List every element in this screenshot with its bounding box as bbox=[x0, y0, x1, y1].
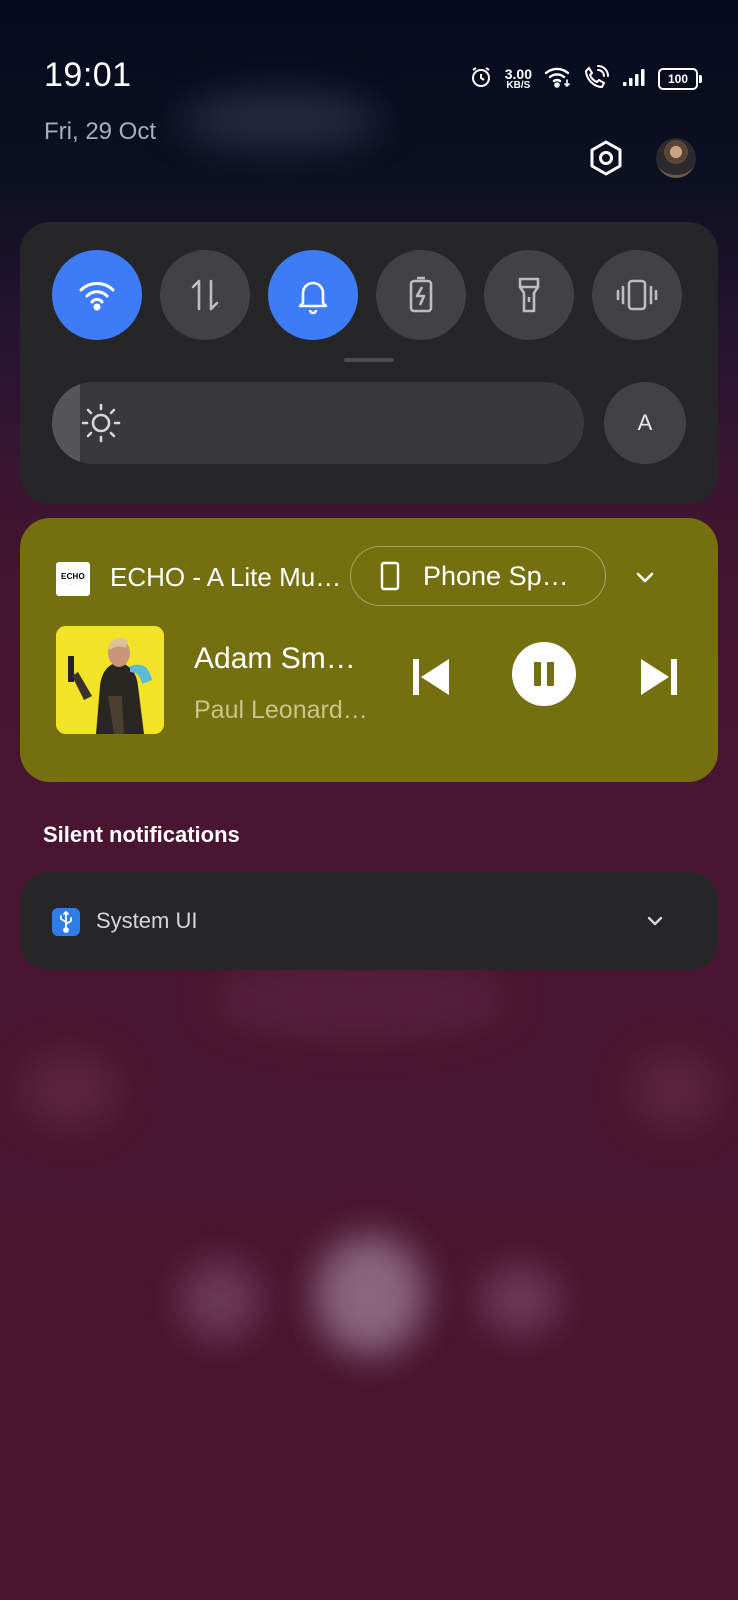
usb-icon bbox=[52, 908, 80, 936]
background-blur bbox=[315, 1235, 425, 1355]
battery-icon: 100 bbox=[658, 68, 702, 90]
clock: 19:01 bbox=[44, 56, 132, 94]
output-device-button[interactable]: Phone Speaker bbox=[350, 546, 606, 606]
network-speed: 3.00 KB/S bbox=[504, 65, 532, 91]
background-blur bbox=[180, 1260, 260, 1340]
notification-app-name: System UI bbox=[96, 908, 198, 933]
phone-icon bbox=[380, 561, 400, 591]
bell-icon bbox=[298, 281, 328, 315]
app-name: ECHO - A Lite Music Player bbox=[110, 562, 346, 592]
settings-icon[interactable] bbox=[586, 138, 626, 178]
previous-track-button[interactable] bbox=[400, 646, 462, 708]
media-notification[interactable]: ECHO · · · · · ECHO - A Lite Music Playe… bbox=[20, 518, 718, 782]
date-label: Fri, 29 Oct bbox=[44, 118, 157, 145]
mobile-data-toggle[interactable] bbox=[160, 250, 250, 340]
song-artist: Paul Leonard-Morgan bbox=[194, 696, 368, 724]
mobile-data-icon bbox=[191, 279, 219, 311]
flashlight-toggle[interactable] bbox=[484, 250, 574, 340]
chevron-down-icon[interactable] bbox=[640, 906, 670, 936]
chevron-down-icon[interactable] bbox=[630, 562, 660, 592]
pause-icon bbox=[534, 662, 554, 686]
sound-toggle[interactable] bbox=[268, 250, 358, 340]
brightness-fill bbox=[52, 382, 80, 464]
app-logo: ECHO · · · · · bbox=[56, 562, 90, 596]
silent-notifications-header: Silent notifications bbox=[43, 822, 240, 847]
wifi-toggle[interactable] bbox=[52, 250, 142, 340]
alarm-icon bbox=[469, 65, 493, 94]
quick-settings-panel: A bbox=[20, 222, 718, 504]
battery-saver-icon bbox=[409, 276, 433, 313]
album-art bbox=[56, 626, 164, 734]
wifi-icon bbox=[79, 282, 115, 311]
background-blur bbox=[630, 1050, 720, 1130]
background-blur bbox=[480, 1265, 560, 1335]
status-bar: 19:01 Fri, 29 Oct 3.00 KB/S 100 bbox=[0, 0, 738, 160]
wifi-calling-icon bbox=[584, 64, 610, 94]
brightness-slider[interactable] bbox=[52, 382, 584, 464]
wifi-icon bbox=[544, 66, 572, 93]
background-blur bbox=[20, 1050, 120, 1130]
auto-brightness-button[interactable]: A bbox=[604, 382, 686, 464]
output-device-label: Phone Speaker bbox=[423, 560, 583, 591]
battery-saver-toggle[interactable] bbox=[376, 250, 466, 340]
panel-drag-handle[interactable] bbox=[344, 358, 394, 362]
avatar[interactable] bbox=[656, 138, 696, 178]
vibrate-toggle[interactable] bbox=[592, 250, 682, 340]
vibrate-icon bbox=[616, 279, 658, 311]
signal-icon bbox=[622, 67, 646, 92]
song-title: Adam Smasher bbox=[194, 642, 368, 675]
status-icons: 3.00 KB/S 100 bbox=[469, 64, 702, 94]
brightness-sun-icon bbox=[81, 403, 121, 443]
background-blur bbox=[210, 960, 510, 1040]
pause-button[interactable] bbox=[512, 642, 576, 706]
skip-next-icon bbox=[641, 659, 677, 695]
notification-system-ui[interactable]: System UI bbox=[20, 872, 718, 970]
skip-previous-icon bbox=[413, 659, 449, 695]
flashlight-icon bbox=[518, 277, 540, 313]
next-track-button[interactable] bbox=[628, 646, 690, 708]
